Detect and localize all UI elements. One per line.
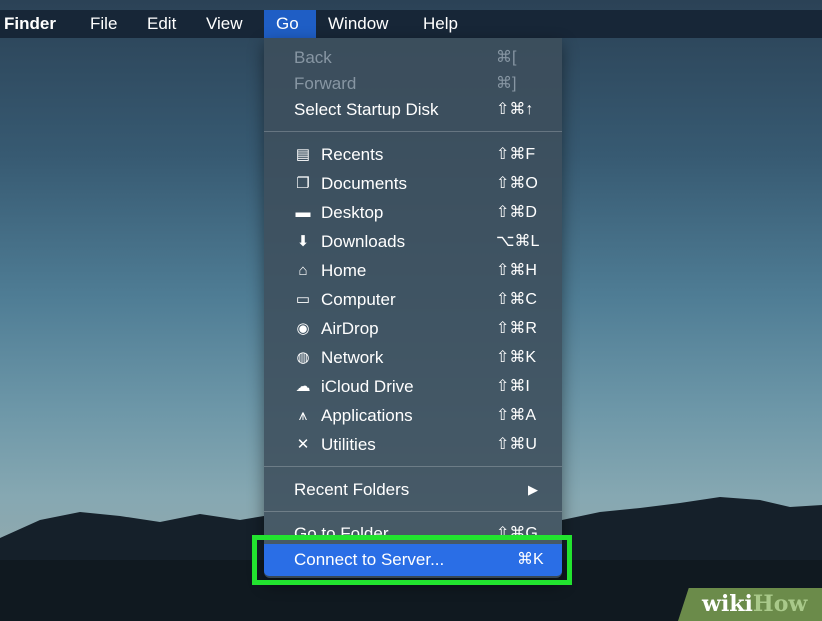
menu-edit[interactable]: Edit bbox=[137, 10, 186, 38]
menu-item-documents[interactable]: ❐ Documents ⇧⌘O bbox=[264, 169, 562, 198]
menu-item-label: Back bbox=[294, 48, 332, 67]
shortcut: ⇧⌘O bbox=[496, 175, 538, 192]
menu-item-label: Downloads bbox=[321, 232, 406, 251]
menu-item-label: Documents bbox=[321, 174, 407, 193]
highlight-box bbox=[252, 535, 572, 585]
watermark-part1: wiki bbox=[702, 591, 753, 617]
menu-item-label: AirDrop bbox=[321, 319, 379, 338]
menu-item-computer[interactable]: ▭ Computer ⇧⌘C bbox=[264, 285, 562, 314]
icloud-icon: ☁ bbox=[295, 378, 311, 395]
shortcut: ⇧⌘I bbox=[496, 378, 530, 395]
shortcut: ⌥⌘L bbox=[496, 233, 540, 250]
airdrop-icon: ◉ bbox=[296, 320, 310, 337]
utilities-icon: ✕ bbox=[296, 436, 310, 453]
screenshot-frame: Finder File Edit View Go Window Help Bac… bbox=[0, 0, 822, 621]
menu-view[interactable]: View bbox=[196, 10, 253, 38]
menu-bar: Finder File Edit View Go Window Help bbox=[0, 10, 822, 38]
menu-item-network[interactable]: ◍ Network ⇧⌘K bbox=[264, 343, 562, 372]
menu-item-downloads[interactable]: ⬇ Downloads ⌥⌘L bbox=[264, 227, 562, 256]
shortcut: ⇧⌘↑ bbox=[496, 101, 534, 118]
menu-item-airdrop[interactable]: ◉ AirDrop ⇧⌘R bbox=[264, 314, 562, 343]
menu-separator bbox=[264, 466, 562, 467]
menu-item-select-startup-disk[interactable]: Select Startup Disk ⇧⌘↑ bbox=[264, 95, 562, 124]
shortcut: ⇧⌘D bbox=[496, 204, 537, 221]
menu-item-label: Home bbox=[321, 261, 367, 280]
menu-go[interactable]: Go bbox=[264, 10, 316, 38]
shortcut: ⌘] bbox=[496, 75, 517, 92]
menu-item-label: Utilities bbox=[321, 435, 376, 454]
shortcut: ⇧⌘R bbox=[496, 320, 537, 337]
menu-item-label: Network bbox=[321, 348, 384, 367]
menu-item-label: Applications bbox=[321, 406, 413, 425]
menu-item-label: Recents bbox=[321, 145, 384, 164]
documents-icon: ❐ bbox=[296, 175, 310, 192]
applications-icon: ⩚ bbox=[298, 407, 308, 424]
recents-icon: ▤ bbox=[295, 146, 311, 163]
menu-item-home[interactable]: ⌂ Home ⇧⌘H bbox=[264, 256, 562, 285]
computer-icon: ▭ bbox=[295, 291, 311, 308]
menu-separator bbox=[264, 511, 562, 512]
menu-item-utilities[interactable]: ✕ Utilities ⇧⌘U bbox=[264, 430, 562, 459]
network-icon: ◍ bbox=[296, 349, 310, 366]
wikihow-watermark: wikiHow bbox=[702, 588, 807, 621]
shortcut: ⇧⌘C bbox=[496, 291, 537, 308]
downloads-icon: ⬇ bbox=[296, 233, 310, 250]
submenu-arrow-icon: ▶ bbox=[528, 482, 538, 497]
shortcut: ⌘[ bbox=[496, 49, 517, 66]
menu-item-label: Forward bbox=[294, 74, 357, 93]
go-menu-dropdown: Back ⌘[ Forward ⌘] Select Startup Disk ⇧… bbox=[264, 38, 562, 578]
menu-item-desktop[interactable]: ▬ Desktop ⇧⌘D bbox=[264, 198, 562, 227]
menu-item-icloud-drive[interactable]: ☁ iCloud Drive ⇧⌘I bbox=[264, 372, 562, 401]
menu-item-applications[interactable]: ⩚ Applications ⇧⌘A bbox=[264, 401, 562, 430]
shortcut: ⇧⌘H bbox=[496, 262, 537, 279]
menu-item-forward: Forward ⌘] bbox=[264, 69, 562, 98]
menu-item-label: Recent Folders bbox=[294, 480, 410, 499]
menu-help[interactable]: Help bbox=[413, 10, 468, 38]
menu-item-recent-folders[interactable]: Recent Folders ▶ bbox=[264, 475, 562, 504]
watermark-part2: How bbox=[752, 591, 808, 617]
menu-item-label: iCloud Drive bbox=[321, 377, 414, 396]
menu-file[interactable]: File bbox=[80, 10, 127, 38]
shortcut: ⇧⌘K bbox=[496, 349, 537, 366]
shortcut: ⇧⌘U bbox=[496, 436, 537, 453]
home-icon: ⌂ bbox=[298, 262, 308, 279]
menu-item-back: Back ⌘[ bbox=[264, 43, 562, 72]
shortcut: ⇧⌘F bbox=[496, 146, 536, 163]
shortcut: ⇧⌘A bbox=[496, 407, 537, 424]
desktop-icon: ▬ bbox=[295, 204, 311, 221]
menu-window[interactable]: Window bbox=[318, 10, 398, 38]
menu-item-label: Desktop bbox=[321, 203, 384, 222]
menu-item-label: Select Startup Disk bbox=[294, 100, 439, 119]
menu-separator bbox=[264, 131, 562, 132]
menu-item-label: Computer bbox=[321, 290, 396, 309]
menu-item-recents[interactable]: ▤ Recents ⇧⌘F bbox=[264, 140, 562, 169]
menu-finder[interactable]: Finder bbox=[0, 10, 66, 38]
